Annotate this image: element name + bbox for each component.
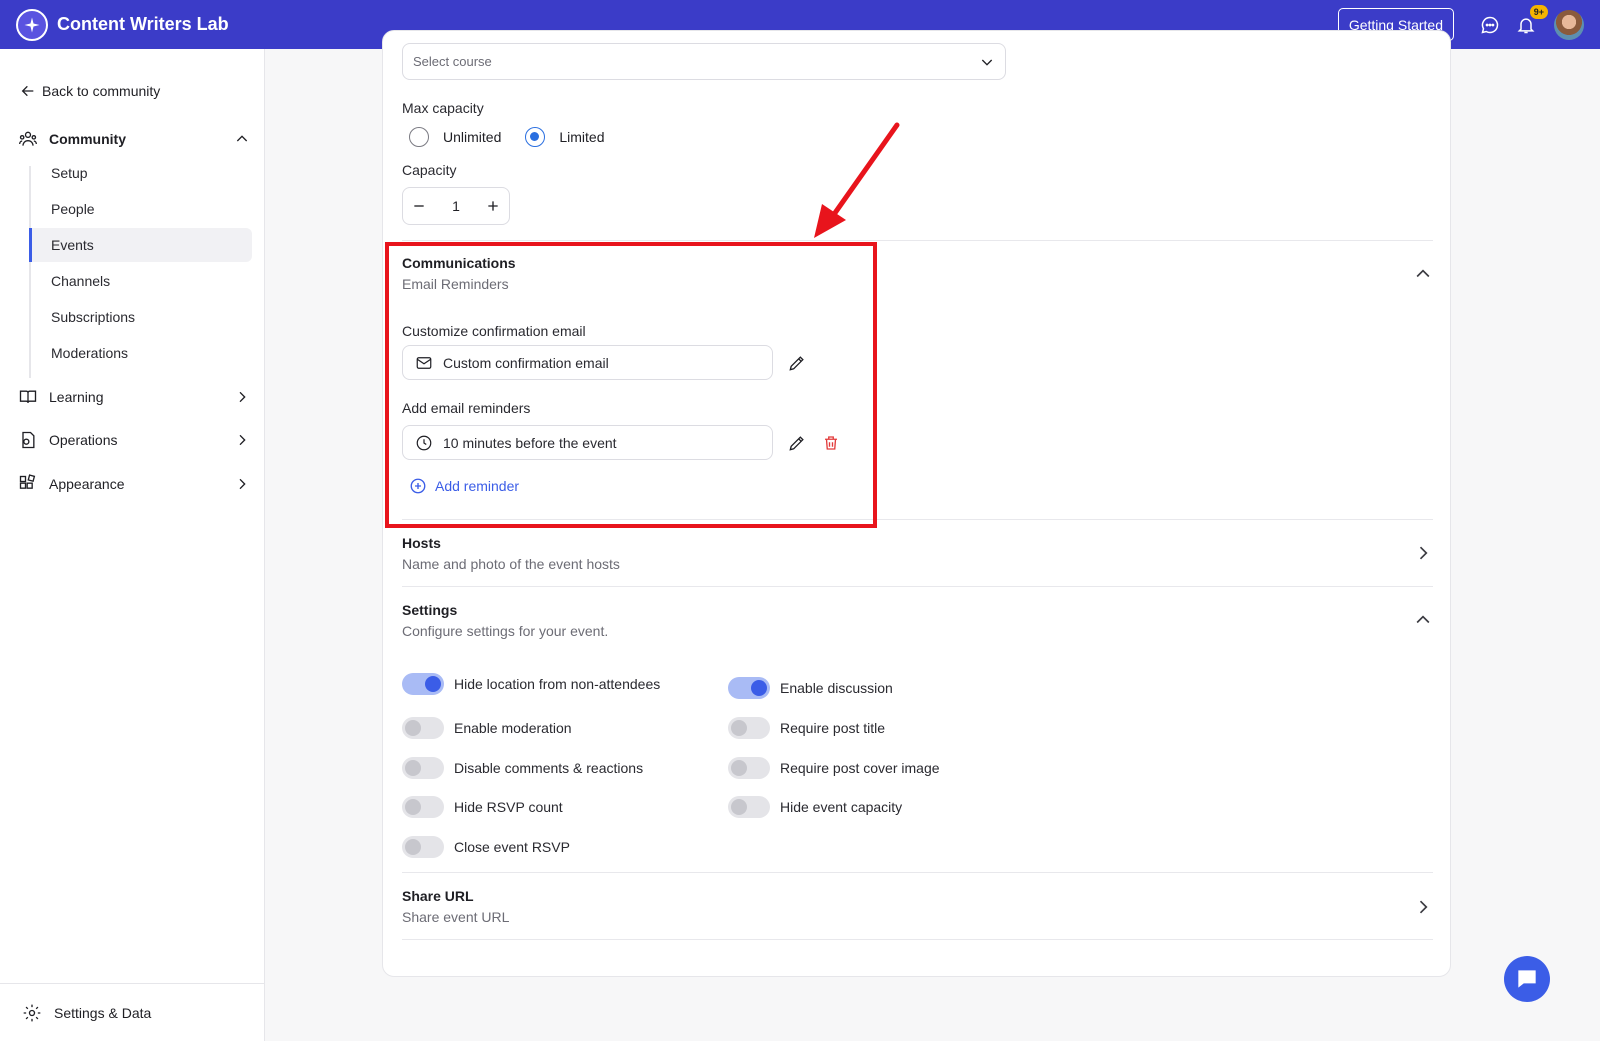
toggle-switch[interactable] — [402, 673, 444, 695]
operations-icon — [22, 431, 35, 449]
chat-icon[interactable] — [1478, 13, 1502, 37]
radio-limited[interactable] — [525, 127, 546, 147]
sidebar-item-channels[interactable]: Channels — [29, 264, 252, 298]
sidebar-item-people[interactable]: People — [29, 192, 252, 226]
toggle-switch[interactable] — [402, 796, 444, 818]
toggle-label: Hide event capacity — [780, 799, 903, 815]
toggle-label: Close event RSVP — [454, 839, 570, 855]
settings-data-label: Settings & Data — [54, 1004, 152, 1021]
sidebar-group-appearance[interactable]: Appearance — [18, 474, 250, 494]
toggle-disable-comments[interactable]: Disable comments & reactions — [402, 757, 643, 779]
toggle-switch[interactable] — [402, 757, 444, 779]
toggle-switch[interactable] — [728, 717, 770, 739]
chevron-down-icon — [981, 59, 993, 66]
capacity-radio-group: Unlimited Limited — [409, 127, 605, 147]
sidebar-item-events[interactable]: Events — [29, 228, 252, 262]
chevron-up-icon[interactable] — [1413, 264, 1433, 284]
toggle-label: Hide location from non-attendees — [454, 676, 661, 692]
sidebar-item-setup[interactable]: Setup — [29, 156, 252, 190]
sidebar-group-label: Operations — [49, 432, 118, 448]
section-divider — [402, 586, 1433, 587]
toggle-label: Enable discussion — [780, 680, 893, 696]
chevron-up-icon — [236, 135, 248, 142]
course-select[interactable]: Select course — [402, 43, 1006, 80]
chevron-up-icon[interactable] — [1413, 610, 1433, 630]
toggle-label: Enable moderation — [454, 720, 572, 736]
toggle-hide-rsvp-count[interactable]: Hide RSVP count — [402, 796, 563, 818]
toggle-switch[interactable] — [402, 836, 444, 858]
book-icon — [19, 390, 37, 403]
capacity-value[interactable]: 1 — [452, 198, 460, 214]
sidebar-group-label: Appearance — [49, 476, 125, 492]
bell-icon[interactable]: 9+ — [1514, 4, 1548, 37]
support-chat-button[interactable] — [1504, 956, 1550, 1002]
toggle-switch[interactable] — [728, 757, 770, 779]
toggle-label: Require post cover image — [780, 760, 940, 776]
max-capacity-label: Max capacity — [402, 100, 484, 116]
hosts-subtitle: Name and photo of the event hosts — [402, 556, 620, 572]
sidebar-group-community[interactable]: Community — [18, 129, 250, 149]
toggle-enable-moderation[interactable]: Enable moderation — [402, 717, 572, 739]
radio-unlimited-label: Unlimited — [443, 129, 502, 145]
share-url-title[interactable]: Share URL — [402, 888, 474, 904]
chevron-right-icon — [239, 478, 246, 490]
avatar[interactable] — [1554, 9, 1584, 40]
sidebar-group-label: Community — [49, 131, 126, 147]
sparkle-logo-icon[interactable] — [16, 8, 48, 41]
chat-bubble-icon — [1518, 970, 1536, 988]
toggle-hide-event-capacity[interactable]: Hide event capacity — [728, 796, 902, 818]
sidebar-group-learning[interactable]: Learning — [18, 387, 250, 407]
toggle-require-post-title[interactable]: Require post title — [728, 717, 885, 739]
gear-icon — [23, 1004, 41, 1021]
share-url-subtitle: Share event URL — [402, 909, 510, 925]
arrow-left-icon — [21, 85, 34, 97]
chevron-right-icon[interactable] — [1413, 897, 1433, 917]
toggle-label: Require post title — [780, 720, 886, 736]
settings-subtitle: Configure settings for your event. — [402, 623, 609, 639]
course-select-placeholder: Select course — [413, 54, 492, 69]
toggle-hide-location[interactable]: Hide location from non-attendees — [402, 673, 660, 695]
toggle-switch[interactable] — [728, 677, 770, 699]
annotation-highlight-box — [385, 242, 877, 528]
capacity-stepper: 1 — [402, 187, 510, 225]
toggle-label: Hide RSVP count — [454, 799, 563, 815]
chevron-right-icon — [239, 434, 246, 446]
radio-limited-label: Limited — [559, 129, 605, 145]
chevron-right-icon — [239, 391, 246, 403]
capacity-label: Capacity — [402, 162, 457, 178]
sidebar-group-operations[interactable]: Operations — [18, 430, 250, 450]
settings-title[interactable]: Settings — [402, 602, 457, 618]
section-divider — [402, 240, 1433, 241]
minus-icon[interactable] — [411, 198, 427, 214]
sidebar-item-subscriptions[interactable]: Subscriptions — [29, 300, 252, 334]
settings-data-link[interactable]: Settings & Data — [0, 983, 265, 1041]
section-divider — [402, 872, 1433, 873]
radio-unlimited[interactable] — [409, 127, 429, 147]
annotation-arrow-icon — [814, 122, 900, 238]
back-to-community-link[interactable]: Back to community — [20, 83, 160, 99]
notification-badge: 9+ — [1529, 4, 1548, 19]
sidebar-group-label: Learning — [49, 389, 104, 405]
toggle-close-rsvp[interactable]: Close event RSVP — [402, 836, 570, 858]
toggle-label: Disable comments & reactions — [454, 760, 644, 776]
toggle-switch[interactable] — [402, 717, 444, 739]
widgets-icon — [19, 474, 36, 489]
sidebar: Back to community Community Setup People… — [0, 49, 265, 1041]
chevron-right-icon[interactable] — [1413, 543, 1433, 563]
section-divider — [402, 939, 1433, 940]
app-title[interactable]: Content Writers Lab — [57, 14, 229, 35]
toggle-enable-discussion[interactable]: Enable discussion — [728, 677, 893, 699]
sidebar-item-moderations[interactable]: Moderations — [29, 336, 252, 370]
community-icon — [19, 131, 37, 146]
toggle-require-cover-image[interactable]: Require post cover image — [728, 757, 940, 779]
toggle-switch[interactable] — [728, 796, 770, 818]
plus-icon[interactable] — [485, 198, 501, 214]
hosts-title[interactable]: Hosts — [402, 535, 441, 551]
back-link-label: Back to community — [42, 83, 161, 99]
